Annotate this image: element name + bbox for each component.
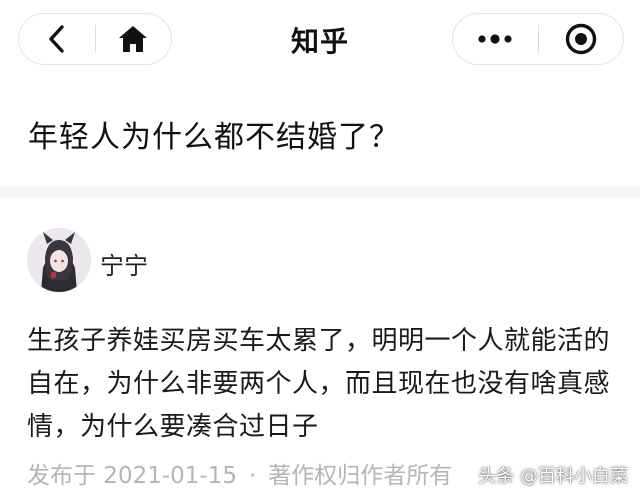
close-miniprogram-button[interactable] (539, 14, 624, 64)
author-name[interactable]: 宁宁 (100, 246, 148, 281)
target-close-icon (565, 23, 596, 55)
author-avatar[interactable] (27, 228, 91, 292)
answer-text: 生孩子养娃买房买车太累了，明明一个人就能活的自在，为什么非要两个人，而且现在也没… (27, 326, 611, 442)
answer-meta: 发布于 2021-01-15 · 著作权归作者所有 (27, 456, 452, 490)
more-dots-icon (478, 34, 512, 44)
avatar-image-icon (27, 228, 91, 292)
more-button[interactable] (453, 14, 538, 64)
nav-right-capsule (452, 13, 624, 65)
copyright-notice: 著作权归作者所有 (268, 463, 453, 489)
question-title[interactable]: 年轻人为什么都不结婚了？ (28, 112, 400, 156)
published-date: 发布于 2021-01-15 (27, 463, 237, 489)
meta-separator: · (248, 463, 257, 489)
answer-card: 宁宁 生孩子养娃买房买车太累了，明明一个人就能活的自在，为什么非要两个人，而且现… (0, 198, 640, 500)
top-bar: 知乎 年轻人为什么都不结婚了？ (0, 0, 640, 186)
watermark: 头条 @百科小白菜 (478, 466, 628, 487)
